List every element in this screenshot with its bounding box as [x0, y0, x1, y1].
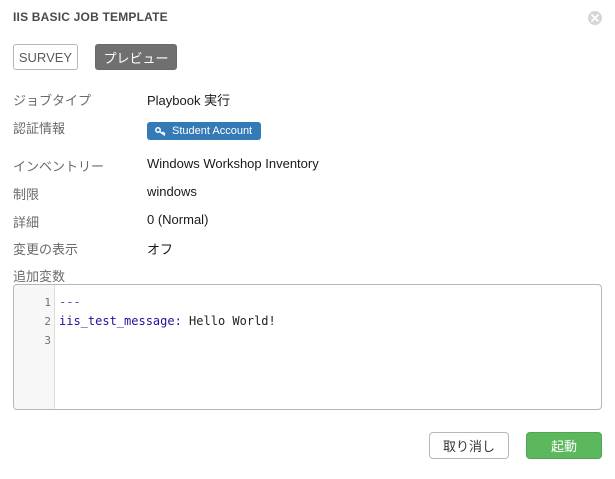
- key-icon: [155, 126, 166, 136]
- yaml-key: iis_test_message:: [59, 314, 182, 328]
- code-area[interactable]: --- iis_test_message: Hello World!: [55, 285, 601, 409]
- credential-value: Student Account: [172, 125, 253, 137]
- inventory-label: インベントリー: [13, 159, 105, 174]
- job-type-value: Playbook 実行: [147, 93, 231, 108]
- extra-vars-label: 追加変数: [13, 269, 66, 284]
- credential-badge[interactable]: Student Account: [147, 122, 262, 140]
- tab-survey[interactable]: SURVEY: [13, 44, 78, 70]
- credential-label: 認証情報: [13, 121, 66, 136]
- limit-value: windows: [147, 184, 197, 199]
- line-number: 3: [44, 334, 51, 347]
- limit-label: 制限: [13, 187, 40, 202]
- modal-title: IIS BASIC JOB TEMPLATE: [13, 10, 168, 24]
- verbosity-label: 詳細: [13, 215, 40, 230]
- line-number-gutter: 1 2 3: [14, 285, 55, 409]
- yaml-doc-start: ---: [59, 295, 81, 309]
- show-changes-value: オフ: [147, 242, 174, 257]
- launch-button[interactable]: 起動: [526, 432, 602, 459]
- code-line: iis_test_message: Hello World!: [59, 312, 601, 331]
- job-type-label: ジョブタイプ: [13, 93, 92, 108]
- verbosity-value: 0 (Normal): [147, 212, 209, 227]
- inventory-value: Windows Workshop Inventory: [147, 156, 319, 171]
- line-number: 1: [44, 296, 51, 309]
- line-number: 2: [44, 315, 51, 328]
- yaml-value: Hello World!: [181, 314, 276, 328]
- close-icon: [591, 14, 599, 22]
- tab-preview[interactable]: プレビュー: [95, 44, 177, 70]
- code-line: ---: [59, 293, 601, 312]
- show-changes-label: 変更の表示: [13, 242, 79, 257]
- cancel-button[interactable]: 取り消し: [429, 432, 509, 459]
- extra-vars-editor[interactable]: 1 2 3 --- iis_test_message: Hello World!: [13, 284, 602, 410]
- close-button[interactable]: [588, 11, 602, 25]
